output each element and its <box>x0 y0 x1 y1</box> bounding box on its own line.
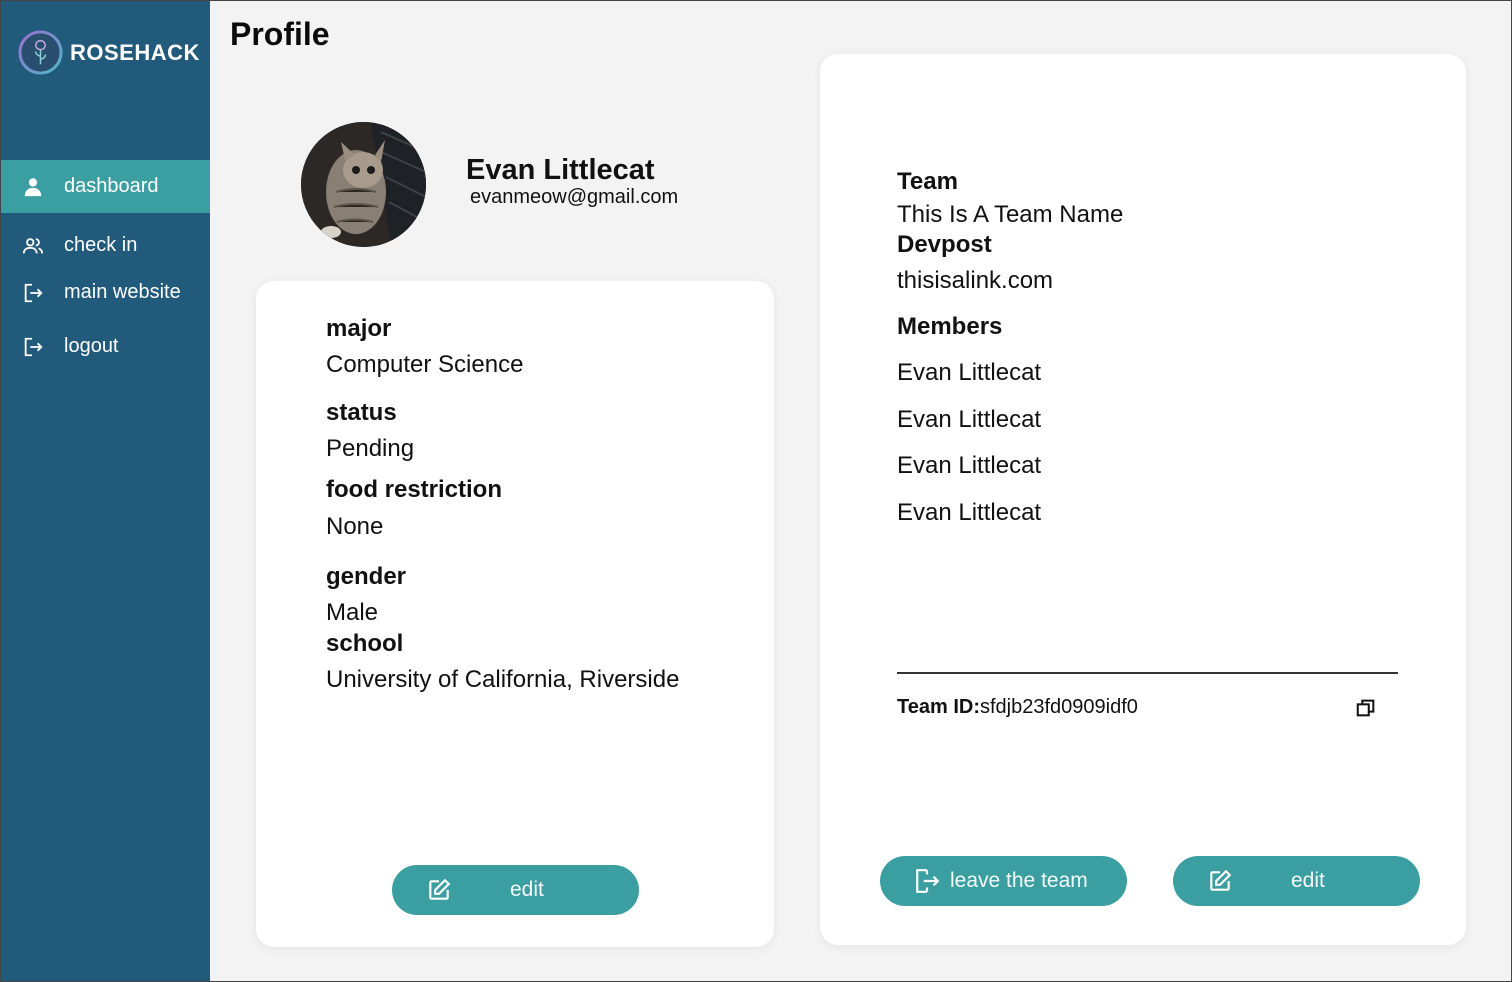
sidebar-item-label: check in <box>64 234 138 256</box>
sidebar-item-label: main website <box>64 281 181 303</box>
edit-label: edit <box>510 878 544 901</box>
team-edit-button[interactable]: edit <box>1173 856 1420 906</box>
leave-team-button[interactable]: leave the team <box>880 856 1127 906</box>
sidebar-item-main-website[interactable]: main website <box>0 266 210 319</box>
sidebar-item-dashboard[interactable]: dashboard <box>0 160 210 213</box>
member-item: Evan Littlecat <box>897 359 1042 386</box>
sidebar-item-label: dashboard <box>64 175 159 197</box>
user-email: evanmeow@gmail.com <box>470 186 679 208</box>
members-label: Members <box>897 313 1003 340</box>
edit-label: edit <box>1291 869 1325 892</box>
copy-icon[interactable] <box>1355 697 1377 719</box>
brand[interactable]: ROSEHACK <box>17 29 200 76</box>
status-label: status <box>326 399 397 426</box>
user-icon <box>24 177 42 196</box>
sidebar: ROSEHACK dashboard check in main website… <box>0 0 210 982</box>
member-item: Evan Littlecat <box>897 406 1042 433</box>
member-item: Evan Littlecat <box>897 499 1042 526</box>
users-icon <box>22 237 44 253</box>
page-title: Profile <box>230 16 330 52</box>
exit-icon <box>24 283 43 302</box>
profile-edit-button[interactable]: edit <box>392 865 639 915</box>
gender-value: Male <box>326 599 379 626</box>
divider <box>897 672 1398 674</box>
major-label: major <box>326 315 392 342</box>
food-restriction-value: None <box>326 513 384 540</box>
sidebar-item-logout[interactable]: logout <box>0 320 210 373</box>
member-item: Evan Littlecat <box>897 452 1042 479</box>
devpost-label: Devpost <box>897 231 992 258</box>
sidebar-item-check-in[interactable]: check in <box>0 219 210 272</box>
avatar <box>301 122 426 247</box>
user-name: Evan Littlecat <box>466 154 655 186</box>
food-restriction-label: food restriction <box>326 476 503 503</box>
team-id: Team ID:sfdjb23fd0909idf0 <box>897 696 1138 719</box>
team-id-value: sfdjb23fd0909idf0 <box>979 696 1138 718</box>
sidebar-item-label: logout <box>64 335 119 357</box>
exit-icon <box>916 869 940 893</box>
cat-photo <box>301 122 426 247</box>
exit-icon <box>24 337 43 356</box>
status-value: Pending <box>326 435 415 462</box>
edit-icon <box>429 878 451 900</box>
team-label: Team <box>897 168 958 195</box>
edit-icon <box>1210 869 1232 891</box>
major-value: Computer Science <box>326 351 524 378</box>
devpost-link[interactable]: thisisalink.com <box>897 267 1053 295</box>
brand-name: ROSEHACK <box>70 39 200 65</box>
school-value: University of California, Riverside <box>326 666 680 693</box>
gender-label: gender <box>326 563 407 590</box>
rose-logo-icon <box>18 30 63 75</box>
team-id-label: Team ID: <box>897 696 980 718</box>
team-name: This Is A Team Name <box>897 201 1124 228</box>
school-label: school <box>326 630 404 657</box>
leave-team-label: leave the team <box>950 869 1088 892</box>
